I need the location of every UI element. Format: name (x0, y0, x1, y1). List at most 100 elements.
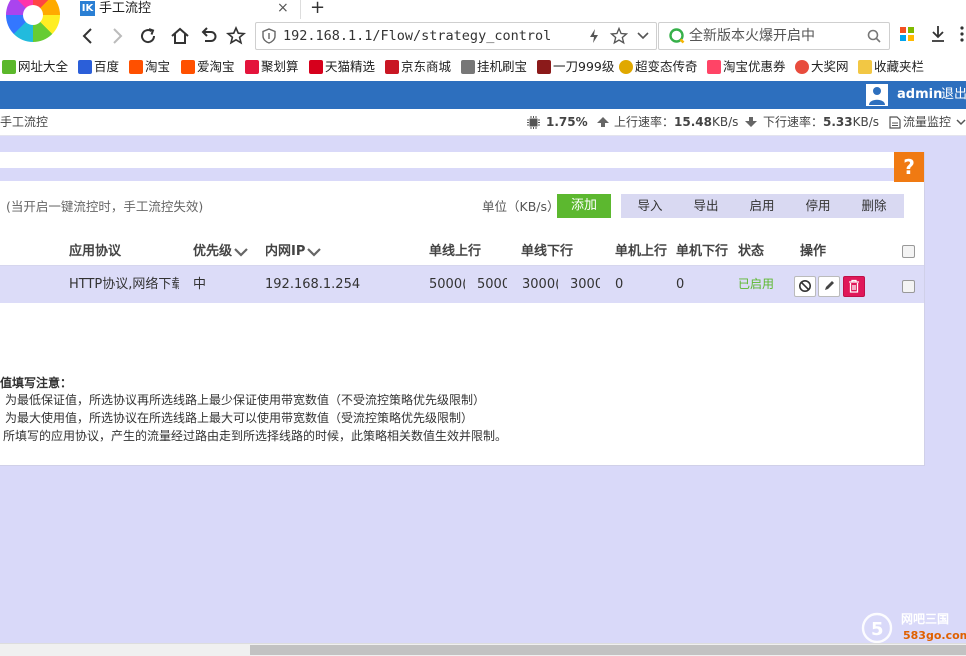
cell-protocol: HTTP协议,网络下载 (69, 277, 179, 292)
chevron-down-icon[interactable] (956, 118, 966, 126)
export-button[interactable]: 导出 (678, 194, 734, 218)
strategy-panel: ? (当开启一键流控时，手工流控失效) 单位（KB/s） 添加 导入 导出 启用… (0, 152, 925, 466)
bookmark-item[interactable]: 淘宝优惠券 (707, 56, 786, 78)
search-placeholder: 全新版本火爆开启中 (689, 28, 815, 44)
site-favicon-icon: IK (80, 1, 95, 16)
bookmark-item[interactable]: 淘宝 (129, 56, 170, 78)
bookmark-item[interactable]: 百度 (78, 56, 119, 78)
col-lan-ip[interactable]: 内网IP (265, 238, 305, 265)
cell-line-up: 5000(- (429, 277, 465, 292)
browser-logo-icon[interactable] (6, 0, 60, 42)
import-button[interactable]: 导入 (622, 194, 678, 218)
download-rate: 下行速率：5.33KB/s (763, 115, 880, 129)
user-name[interactable]: admin (897, 81, 942, 109)
lightning-icon[interactable] (588, 28, 600, 44)
table-row[interactable]: HTTP协议,网络下载 中 192.168.1.254 5000(- 5000(… (0, 266, 924, 303)
notes-line: 为最大使用值，所选协议在所选线路上最大可以使用带宽数值（受流控策略优先级限制） (5, 411, 474, 425)
apps-grid-icon[interactable] (899, 26, 915, 42)
bookmark-item[interactable]: 挂机刷宝 (461, 56, 527, 78)
search-input[interactable]: 全新版本火爆开启中 (658, 22, 890, 50)
aitaobao-icon (181, 60, 195, 74)
juhuasuan-icon (245, 60, 259, 74)
home-icon[interactable] (168, 24, 192, 48)
col-host-up: 单机上行 (615, 244, 668, 259)
back-icon[interactable] (76, 24, 100, 48)
browser-tab[interactable]: IK 手工流控 × (72, 0, 301, 19)
sort-chevron-icon[interactable] (307, 247, 321, 257)
watermark-logo-icon: 5 (861, 612, 893, 644)
monitor-doc-icon[interactable] (889, 116, 901, 129)
new-tab-button[interactable]: + (310, 0, 325, 18)
watermark-site: 583go.com (903, 629, 966, 642)
bookmark-item[interactable]: 聚划算 (245, 56, 299, 78)
refresh-icon[interactable] (136, 24, 160, 48)
disable-row-button[interactable] (794, 276, 816, 297)
cpu-icon (527, 116, 540, 129)
menu-kebab-icon[interactable] (958, 25, 966, 43)
bookmark-item[interactable]: 大奖网 (795, 56, 849, 78)
bookmark-item[interactable]: 超变态传奇 (619, 56, 698, 78)
browser-chrome: IK 手工流控 × + 192.168.1.1/Flow/strategy_co… (0, 0, 966, 82)
col-line-down: 单线下行 (521, 244, 574, 259)
undo-icon[interactable] (196, 24, 220, 48)
divider (0, 168, 924, 181)
cell-line-up: 5000( (477, 277, 507, 292)
chrome-like-icon (795, 60, 809, 74)
user-avatar-icon[interactable] (866, 84, 888, 106)
tmall-icon (309, 60, 323, 74)
notes-line: 所填写的应用协议，产生的流量经过路由走到所选择线路的时候，此策略相关数值生效并限… (3, 429, 508, 443)
search-icon[interactable] (867, 29, 881, 43)
select-all-checkbox[interactable] (902, 245, 915, 258)
upload-arrow-icon (597, 117, 609, 127)
hint-text: (当开启一键流控时，手工流控失效) (6, 199, 204, 214)
disable-button[interactable]: 停用 (790, 194, 846, 218)
delete-button[interactable]: 删除 (846, 194, 902, 218)
add-button[interactable]: 添加 (557, 194, 611, 218)
status-badge: 已启用 (738, 277, 775, 291)
chevron-down-icon[interactable] (636, 30, 650, 42)
logout-link[interactable]: 退出 (941, 81, 966, 109)
coupon-icon (707, 60, 721, 74)
col-priority[interactable]: 优先级 (193, 238, 232, 265)
svg-text:5: 5 (871, 619, 884, 640)
bookmark-star-icon[interactable] (224, 24, 248, 48)
cell-priority: 中 (193, 277, 207, 292)
tab-close-icon[interactable]: × (277, 0, 289, 17)
favorite-star-icon[interactable] (609, 26, 629, 46)
bookmark-item[interactable]: 网址大全 (2, 56, 68, 78)
scrollbar-thumb[interactable] (250, 645, 966, 655)
sort-chevron-icon[interactable] (234, 247, 248, 257)
delete-row-button[interactable] (843, 276, 865, 297)
bookmark-folder[interactable]: 收藏夹栏 (858, 56, 924, 78)
game-icon (619, 60, 633, 74)
url-text: 192.168.1.1/Flow/strategy_control (283, 28, 552, 44)
cell-line-down: 3000(- (522, 277, 558, 292)
trash-icon (849, 279, 859, 293)
edit-row-button[interactable] (818, 276, 840, 297)
watermark: 5 网吧三国 583go.com (860, 611, 966, 645)
enable-button[interactable]: 启用 (734, 194, 790, 218)
download-icon[interactable] (930, 25, 946, 43)
bookmark-item[interactable]: 京东商城 (385, 56, 451, 78)
row-checkbox[interactable] (902, 280, 915, 293)
jd-icon (385, 60, 399, 74)
address-bar[interactable]: 192.168.1.1/Flow/strategy_control (255, 22, 657, 50)
cpu-usage: 1.75% (546, 115, 588, 129)
bookmark-item[interactable]: 爱淘宝 (181, 56, 235, 78)
shield-icon (262, 28, 276, 44)
bookmark-item[interactable]: 一刀999级 (537, 56, 614, 78)
horizontal-scrollbar[interactable] (0, 643, 966, 656)
hao123-icon (2, 60, 16, 74)
tab-title: 手工流控 (99, 1, 152, 16)
bookmarks-bar: 网址大全 百度 淘宝 爱淘宝 聚划算 天猫精选 京东商城 挂机刷宝 一刀999级… (0, 56, 966, 78)
folder-icon (858, 60, 872, 74)
help-button[interactable]: ? (894, 152, 924, 182)
bookmark-item[interactable]: 天猫精选 (309, 56, 375, 78)
cell-host-up: 0 (615, 277, 624, 292)
forward-icon[interactable] (105, 24, 129, 48)
col-line-up: 单线上行 (429, 244, 482, 259)
traffic-monitor-menu[interactable]: 流量监控 (903, 109, 951, 135)
search-engine-icon (669, 28, 685, 44)
game-icon (461, 60, 475, 74)
col-host-down: 单机下行 (676, 244, 729, 259)
